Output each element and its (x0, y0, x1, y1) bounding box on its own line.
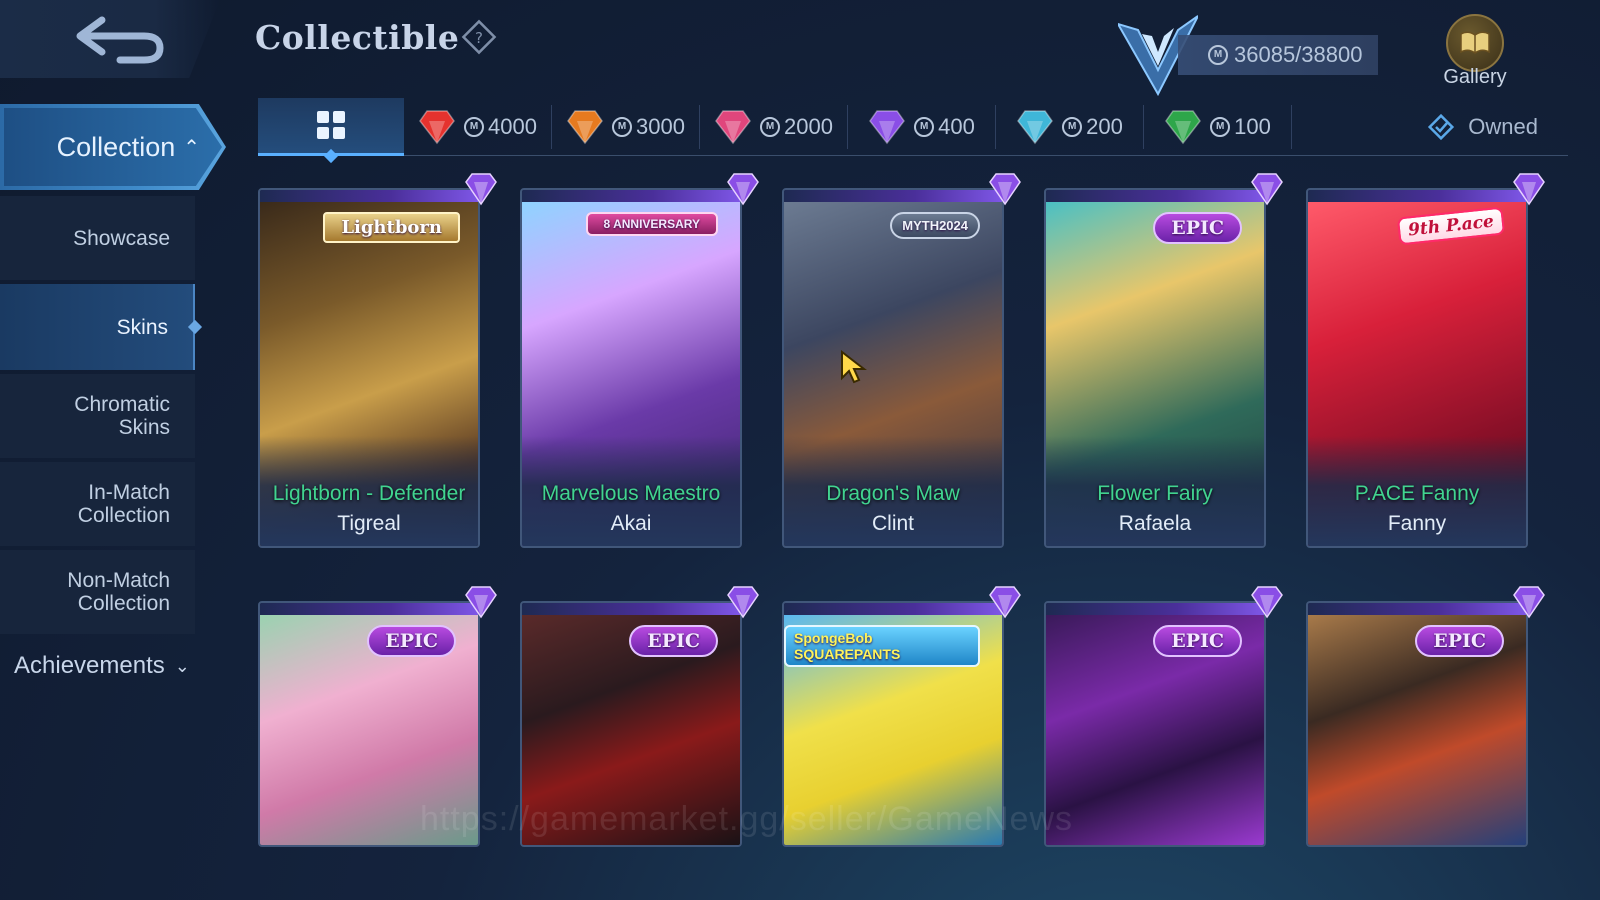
rarity-gem-icon (1251, 586, 1283, 619)
skin-tier-badge: EPIC (1415, 625, 1504, 657)
skin-tier-badge: 8 ANNIVERSARY (585, 212, 718, 236)
sidebar-item-collection[interactable]: Collection ⌃ (0, 104, 226, 190)
gallery-label: Gallery (1443, 66, 1507, 88)
rarity-gem-icon (989, 173, 1021, 206)
skin-card[interactable]: EPIC Flower Fairy Rafaela (1044, 188, 1266, 548)
tab-price-3000[interactable]: M 3000 (552, 104, 700, 149)
tab-price-400[interactable]: M 400 (848, 104, 996, 149)
rarity-gem-icon (727, 173, 759, 206)
sidebar-item-label: Non-Match Collection (67, 569, 170, 615)
back-arrow-icon (76, 16, 164, 64)
rarity-gem-icon (727, 586, 759, 619)
owned-filter-toggle[interactable]: Owned (1426, 112, 1538, 142)
skin-tier-badge: Lightborn (323, 212, 460, 243)
checkbox-diamond-icon (1428, 113, 1455, 140)
gallery-book-icon (1446, 14, 1504, 72)
hero-name: Rafaela (1118, 512, 1192, 535)
skin-card[interactable]: EPIC (1306, 601, 1528, 847)
price-filter-tabs: M 4000 M 3000 M 2000 M 400 M 200 M 100 Owned (258, 97, 1568, 156)
owned-label: Owned (1468, 113, 1538, 139)
rarity-gem-icon (465, 173, 497, 206)
tab-price-label: 400 (938, 113, 975, 139)
rarity-gem-icon (567, 109, 603, 144)
skin-name: Marvelous Maestro (541, 482, 721, 505)
tab-price-100[interactable]: M 100 (1144, 104, 1292, 149)
rarity-gem-icon (419, 109, 455, 144)
skin-card[interactable]: 9th P.ace P.ACE Fanny Fanny (1306, 188, 1528, 548)
skin-name: Flower Fairy (1097, 482, 1213, 505)
skin-tier-badge: EPIC (629, 625, 718, 657)
watermark: https://gamemarket.gg/seller/GameNews (420, 800, 1074, 838)
rarity-gem-icon (1513, 586, 1545, 619)
hero-name: Clint (871, 512, 914, 535)
grid-icon (317, 111, 345, 139)
gallery-button[interactable]: Gallery (1430, 14, 1520, 89)
tab-all[interactable] (258, 97, 404, 156)
chevron-up-icon: ⌃ (183, 136, 200, 159)
skin-tier-badge: EPIC (367, 625, 456, 657)
hero-name: Fanny (1387, 512, 1447, 535)
sidebar-item-label: Skins (116, 315, 168, 339)
sidebar-item-non-match-collection[interactable]: Non-Match Collection (0, 550, 195, 634)
skin-tier-badge: EPIC (1153, 625, 1242, 657)
coin-icon: M (1208, 45, 1228, 65)
coin-icon: M (464, 116, 485, 137)
mouse-cursor-icon (841, 350, 867, 384)
skin-name: P.ACE Fanny (1354, 482, 1480, 505)
sidebar-item-in-match-collection[interactable]: In-Match Collection (0, 462, 195, 546)
rarity-gem-icon (465, 586, 497, 619)
skin-card[interactable]: MYTH2024 Dragon's Maw Clint (782, 188, 1004, 548)
rarity-gem-icon (989, 586, 1021, 619)
rarity-gem-icon (1251, 173, 1283, 206)
tab-price-label: 3000 (636, 113, 685, 139)
coin-icon: M (612, 116, 633, 137)
points-value: 36085/38800 (1234, 42, 1363, 67)
skin-name: Lightborn - Defender (272, 482, 466, 505)
sidebar-collection-label: Collection (56, 131, 176, 162)
rarity-gem-icon (715, 109, 751, 144)
tab-price-2000[interactable]: M 2000 (700, 104, 848, 149)
back-button[interactable] (0, 0, 220, 78)
coin-icon: M (914, 116, 935, 137)
rarity-gem-icon (1165, 109, 1202, 144)
coin-icon: M (1062, 116, 1083, 137)
rarity-gem-icon (1017, 109, 1054, 144)
sidebar-item-skins[interactable]: Skins (0, 284, 195, 370)
rarity-gem-icon (1513, 173, 1545, 206)
sidebar-item-showcase[interactable]: Showcase (0, 196, 195, 280)
collection-points: M 36085/38800 (1178, 35, 1378, 75)
skin-card[interactable]: EPIC (1044, 601, 1266, 847)
skin-card[interactable]: 8 ANNIVERSARY Marvelous Maestro Akai (520, 188, 742, 548)
tab-price-label: 2000 (784, 113, 833, 139)
skin-card[interactable]: Lightborn Lightborn - Defender Tigreal (258, 188, 480, 548)
tab-price-label: 100 (1234, 113, 1271, 139)
chevron-down-icon: ⌄ (174, 655, 190, 676)
skin-tier-badge: MYTH2024 (890, 212, 980, 239)
skin-tier-badge: EPIC (1153, 212, 1242, 244)
skin-tier-badge: SpongeBob SQUAREPANTS (784, 625, 980, 667)
coin-icon: M (1210, 116, 1231, 137)
rarity-gem-icon (869, 109, 906, 144)
tab-price-label: 200 (1086, 113, 1123, 139)
sidebar-item-label: In-Match Collection (77, 481, 170, 527)
hero-name: Akai (610, 512, 652, 535)
tab-price-200[interactable]: M 200 (996, 104, 1144, 149)
tab-price-4000[interactable]: M 4000 (404, 104, 552, 149)
svg-text:?: ? (475, 29, 483, 47)
hero-name: Tigreal (337, 512, 401, 535)
skin-name: Dragon's Maw (826, 482, 960, 505)
sidebar-item-label: Showcase (73, 226, 170, 250)
achievements-label: Achievements (14, 652, 165, 679)
page-title: Collectible (255, 18, 460, 57)
sidebar-item-chromatic-skins[interactable]: Chromatic Skins (0, 374, 195, 458)
coin-icon: M (760, 116, 781, 137)
sidebar-item-achievements[interactable]: Achievements ⌄ (14, 652, 190, 680)
tab-price-label: 4000 (488, 113, 537, 139)
sidebar-item-label: Chromatic Skins (74, 393, 170, 439)
help-icon[interactable]: ? (460, 18, 498, 56)
